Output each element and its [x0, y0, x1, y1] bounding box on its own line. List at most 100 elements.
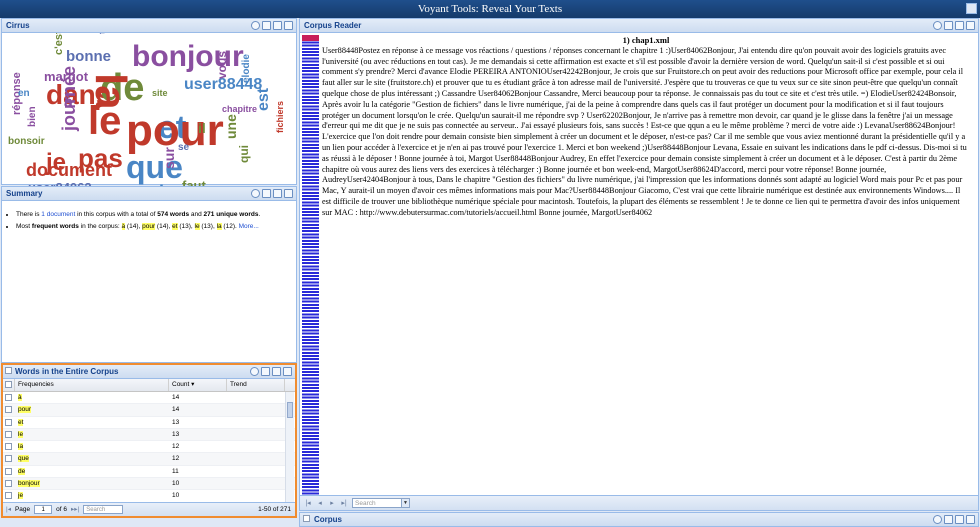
cloud-word-33[interactable]: il [198, 121, 206, 135]
table-row[interactable]: le 13 [3, 428, 295, 442]
table-row[interactable]: pour 14 [3, 404, 295, 417]
export-icon[interactable] [272, 367, 281, 376]
cloud-word-28[interactable]: vous [215, 51, 229, 79]
cloud-word-20[interactable]: est [255, 88, 272, 111]
first-page-button[interactable]: |◂ [6, 503, 11, 516]
cloud-word-32[interactable]: en [18, 89, 30, 99]
row-checkbox[interactable] [3, 392, 15, 403]
count-cell: 14 [172, 406, 180, 414]
words-grid-title: Words in the Entire Corpus [15, 367, 119, 376]
row-checkbox[interactable] [3, 417, 15, 428]
cloud-word-1[interactable]: bonne [66, 49, 111, 64]
row-checkbox[interactable] [3, 429, 15, 440]
cloud-word-34[interactable]: se [178, 143, 189, 153]
options-icon[interactable] [966, 21, 975, 30]
prev-button[interactable]: ◂ [316, 499, 324, 507]
cloud-word-15[interactable]: journée [59, 66, 79, 131]
help-icon[interactable] [251, 189, 260, 198]
next-page-button[interactable]: ▸▸| [71, 503, 79, 516]
first-button[interactable]: |◂ [304, 499, 312, 507]
cloud-word-29[interactable]: qui [237, 145, 251, 163]
next-button[interactable]: ▸ [328, 499, 336, 507]
window-title-bar: Voyant Tools: Reveal Your Texts [0, 0, 980, 18]
cloud-word-31[interactable]: site [152, 89, 168, 98]
grid-scrollbar[interactable] [285, 392, 294, 505]
row-checkbox[interactable] [3, 478, 15, 489]
col-frequencies[interactable]: Frequencies [15, 379, 169, 391]
table-row[interactable]: et 13 [3, 417, 295, 429]
help-icon[interactable] [251, 21, 260, 30]
grid-pager: |◂ Page 1 of 6 ▸▸| Search 1-50 of 271 [3, 502, 295, 516]
cloud-word-18[interactable]: bonsoir [8, 137, 45, 147]
cirrus-panel: Cirrus trèsbonnebonjourc'estmargotdansde… [1, 18, 297, 196]
cirrus-header: Cirrus [2, 19, 296, 33]
cloud-word-10[interactable]: elodie [241, 54, 252, 83]
save-icon[interactable] [944, 515, 953, 524]
corpus-title: Corpus [314, 515, 342, 524]
col-trend[interactable]: Trend [227, 379, 285, 391]
more-link[interactable]: More... [239, 223, 259, 230]
page-input[interactable]: 1 [34, 505, 53, 514]
export-icon[interactable] [955, 515, 964, 524]
trend-cell [227, 429, 285, 440]
select-all-checkbox[interactable] [3, 379, 15, 391]
row-checkbox[interactable] [3, 404, 15, 415]
count-cell: 12 [172, 455, 180, 463]
save-icon[interactable] [261, 367, 270, 376]
document-position-bar[interactable] [302, 35, 319, 509]
options-icon[interactable] [284, 21, 293, 30]
options-icon[interactable] [283, 367, 292, 376]
table-row[interactable]: de 11 [3, 466, 295, 479]
trend-cell [227, 490, 285, 501]
export-icon[interactable] [273, 189, 282, 198]
row-checkbox[interactable] [3, 466, 15, 477]
document-title: 1) chap1.xml [622, 35, 670, 45]
save-icon[interactable] [262, 189, 271, 198]
row-checkbox[interactable] [3, 490, 15, 501]
reader-text-area: 1) chap1.xml User88448Postez en réponse … [322, 35, 970, 219]
word-cell: je [18, 492, 24, 500]
help-icon[interactable] [250, 367, 259, 376]
trend-cell [227, 441, 285, 452]
col-count[interactable]: Count ▾ [169, 379, 227, 391]
word-cell: de [18, 467, 26, 475]
row-checkbox[interactable] [3, 441, 15, 452]
last-button[interactable]: ▸| [340, 499, 348, 507]
table-row[interactable]: je 10 [3, 490, 295, 503]
options-icon[interactable] [284, 189, 293, 198]
help-icon[interactable] [933, 21, 942, 30]
frequent-word[interactable]: pour [142, 223, 156, 230]
cloud-word-35[interactable]: chapitre [222, 105, 257, 114]
row-checkbox[interactable] [3, 453, 15, 464]
cloud-word-11[interactable]: le [88, 101, 121, 141]
cloud-word-30[interactable]: fichiers [275, 101, 285, 133]
word-cloud[interactable]: trèsbonnebonjourc'estmargotdansdelaàuser… [2, 33, 296, 196]
summary-panel: Summary There is 1 document in this corp… [1, 186, 297, 363]
table-row[interactable]: la 12 [3, 441, 295, 454]
corpus-header[interactable]: Corpus [300, 513, 978, 527]
trend-cell [227, 392, 285, 403]
cloud-word-27[interactable]: une [223, 114, 239, 139]
table-row[interactable]: que 12 [3, 453, 295, 466]
help-icon[interactable] [933, 515, 942, 524]
document-link[interactable]: 1 document [41, 211, 75, 218]
grid-search-input[interactable]: Search [83, 505, 124, 514]
cloud-word-22[interactable]: document [26, 161, 112, 179]
save-icon[interactable] [262, 21, 271, 30]
reader-search-input[interactable]: Search ▼ [352, 498, 410, 508]
save-icon[interactable] [944, 21, 953, 30]
table-row[interactable]: bonjour 10 [3, 478, 295, 491]
window-restore-button[interactable] [966, 3, 977, 14]
cloud-word-3[interactable]: c'est [53, 33, 65, 55]
dropdown-icon[interactable]: ▼ [401, 499, 409, 507]
cloud-word-17[interactable]: bien [27, 106, 38, 127]
export-icon[interactable] [273, 21, 282, 30]
table-row[interactable]: à 14 [3, 392, 295, 405]
export-icon[interactable] [955, 21, 964, 30]
summary-title: Summary [6, 189, 43, 198]
cloud-word-0[interactable]: très [97, 33, 107, 34]
options-icon[interactable] [966, 515, 975, 524]
cloud-word-26[interactable]: sur [161, 147, 177, 169]
trend-cell [227, 453, 285, 464]
reader-toolbar: |◂ ◂ ▸ ▸| Search ▼ [300, 495, 978, 510]
